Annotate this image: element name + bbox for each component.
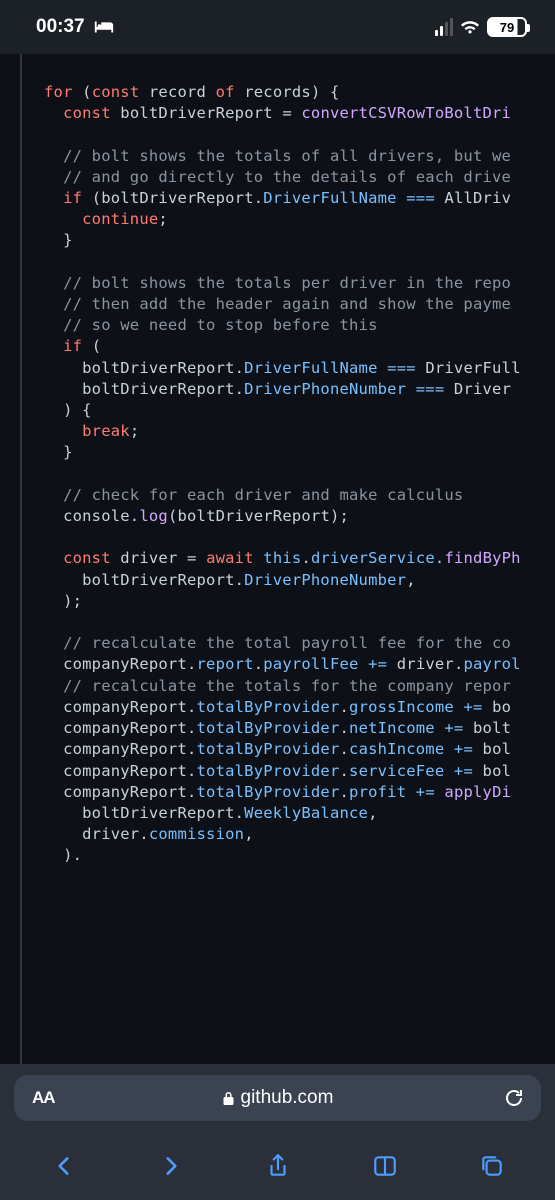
lock-icon — [222, 1091, 235, 1106]
bookmarks-button[interactable] — [370, 1151, 400, 1181]
wifi-icon — [460, 20, 480, 35]
battery-percent: 79 — [500, 20, 514, 35]
browser-toolbar — [0, 1132, 555, 1200]
url-host[interactable]: github.com — [222, 1087, 334, 1109]
share-button[interactable] — [263, 1151, 293, 1181]
forward-button[interactable] — [156, 1151, 186, 1181]
status-left: 00:37 — [36, 16, 115, 38]
code-gutter-line — [20, 54, 22, 1064]
code-viewer[interactable]: for (const record of records) { const bo… — [0, 54, 555, 1064]
sleep-icon — [93, 19, 115, 35]
browser-url-bar: AA github.com — [0, 1064, 555, 1132]
battery-indicator: 79 — [487, 17, 527, 37]
tabs-button[interactable] — [477, 1151, 507, 1181]
status-right: 79 — [435, 17, 528, 37]
back-button[interactable] — [49, 1151, 79, 1181]
reload-icon[interactable] — [503, 1087, 525, 1109]
address-pill[interactable]: AA github.com — [14, 1075, 541, 1121]
cellular-signal-icon — [435, 18, 454, 36]
code-content: for (const record of records) { const bo… — [44, 82, 555, 867]
clock-time: 00:37 — [36, 16, 85, 38]
text-size-button[interactable]: AA — [32, 1088, 55, 1108]
status-bar: 00:37 79 — [0, 0, 555, 54]
url-host-text: github.com — [241, 1087, 334, 1109]
